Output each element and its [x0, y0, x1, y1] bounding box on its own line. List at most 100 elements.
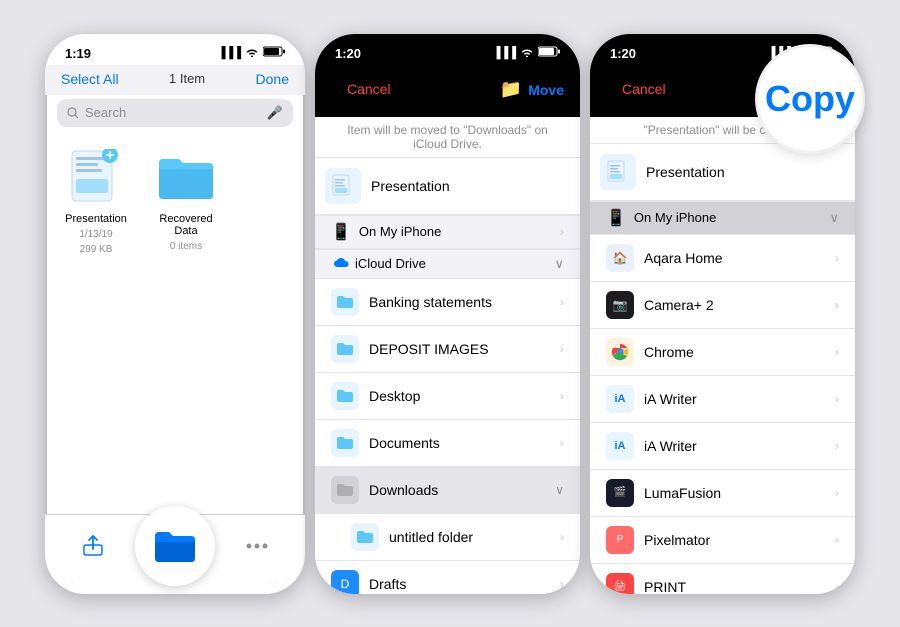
folder-icon-documents-2: [331, 429, 359, 457]
file-preview-icon-3: [600, 154, 636, 190]
on-my-iphone-header-2[interactable]: 📱 On My iPhone ›: [315, 215, 580, 249]
folder-icon-banking-2: [331, 288, 359, 316]
chevron-aqara-3: ›: [835, 251, 839, 265]
file-name-presentation: Presentation: [65, 213, 127, 225]
file-recovered[interactable]: Recovered Data 0 items: [151, 145, 221, 255]
battery-icon-2: [538, 46, 560, 60]
cancel-btn-2[interactable]: Cancel: [331, 73, 407, 107]
file-name-recovered: Recovered Data: [151, 213, 221, 237]
chevron-iawriter2-3: ›: [835, 439, 839, 453]
chevron-iawriter1-3: ›: [835, 392, 839, 406]
status-time-3: 1:20: [610, 46, 636, 61]
list-item-iawriter1-3[interactable]: iA iA Writer ›: [590, 376, 855, 423]
folder-icon-desktop-2: [331, 382, 359, 410]
files-grid: Presentation 1/13/19 299 KB Recovered Da…: [45, 135, 305, 265]
item-count: 1 Item: [169, 71, 205, 86]
chevron-downloads-2: ∨: [555, 483, 564, 497]
battery-icon: [263, 46, 285, 60]
on-my-iphone-header-3[interactable]: 📱 On My iPhone ∨: [590, 201, 855, 235]
modal-subheader-2: Item will be moved to "Downloads" on iCl…: [315, 117, 580, 158]
cancel-btn-3[interactable]: Cancel: [606, 73, 682, 107]
phone-icon-2: 📱: [331, 222, 351, 242]
app-icon-chrome-3: [606, 338, 634, 366]
list-item-desktop-2[interactable]: Desktop ›: [315, 373, 580, 420]
browse-btn[interactable]: [135, 506, 215, 586]
on-my-iphone-label-2: On My iPhone: [359, 224, 441, 239]
search-bar[interactable]: Search 🎤: [57, 99, 293, 127]
chevron-desktop-2: ›: [560, 389, 564, 403]
chevron-print-3: ›: [835, 580, 839, 594]
list-item-documents-2[interactable]: Documents ›: [315, 420, 580, 467]
list-item-drafts-2[interactable]: D Drafts ›: [315, 561, 580, 594]
chevron-down-3: ∨: [829, 210, 839, 226]
list-item-aqara-3[interactable]: 🏠 Aqara Home ›: [590, 235, 855, 282]
chevron-down-2: ∨: [554, 256, 564, 272]
file-preview-icon-2: [325, 168, 361, 204]
list-item-banking-2[interactable]: Banking statements ›: [315, 279, 580, 326]
chevron-pixelmator-3: ›: [835, 533, 839, 547]
phone-2: 1:20 ▐▐▐ Cancel 📁 Move: [315, 34, 580, 594]
app-icon-pixelmator-3: P: [606, 526, 634, 554]
list-item-untitled-2[interactable]: untitled folder ›: [315, 514, 580, 561]
file-preview-2: Presentation: [315, 158, 580, 215]
icloud-icon-2: [331, 257, 349, 271]
chevron-luma-3: ›: [835, 486, 839, 500]
file-preview-name-2: Presentation: [371, 178, 450, 194]
wifi-icon: [245, 47, 259, 60]
icloud-header-2[interactable]: iCloud Drive ∨: [315, 249, 580, 279]
iawriter2-label-3: iA Writer: [644, 438, 825, 454]
documents-label-2: Documents: [369, 435, 550, 451]
downloads-label-2: Downloads: [369, 482, 545, 498]
file-date-presentation: 1/13/19: [79, 229, 112, 240]
files-nav: Select All 1 Item Done: [45, 65, 305, 95]
luma-label-3: LumaFusion: [644, 485, 825, 501]
on-my-iphone-label-3: On My iPhone: [634, 210, 716, 225]
copy-badge: Copy: [755, 44, 865, 154]
app-icon-iawriter1-3: iA: [606, 385, 634, 413]
chevron-banking-2: ›: [560, 295, 564, 309]
file-preview-name-3: Presentation: [646, 164, 725, 180]
folder-icon-untitled-2: [351, 523, 379, 551]
list-item-iawriter2-3[interactable]: iA iA Writer ›: [590, 423, 855, 470]
file-list-3: 📱 On My iPhone ∨ 🏠 Aqara Home › 📷: [590, 201, 855, 594]
file-presentation[interactable]: Presentation 1/13/19 299 KB: [61, 145, 131, 255]
list-item-chrome-3[interactable]: Chrome ›: [590, 329, 855, 376]
app-icon-aqara-3: 🏠: [606, 244, 634, 272]
pixelmator-label-3: Pixelmator: [644, 532, 825, 548]
chevron-deposit-2: ›: [560, 342, 564, 356]
modal-header-2: Cancel 📁 Move: [315, 65, 580, 117]
chrome-label-3: Chrome: [644, 344, 825, 360]
select-all-btn[interactable]: Select All: [61, 71, 119, 87]
file-size-recovered: 0 items: [170, 241, 202, 252]
untitled-label-2: untitled folder: [389, 529, 550, 545]
status-time-1: 1:19: [65, 46, 91, 61]
signal-icon: ▐▐▐: [218, 47, 241, 59]
share-btn[interactable]: [71, 524, 115, 568]
list-item-deposit-2[interactable]: DEPOSIT IMAGES ›: [315, 326, 580, 373]
more-btn[interactable]: [235, 524, 279, 568]
list-item-pixelmator-3[interactable]: P Pixelmator ›: [590, 517, 855, 564]
banking-label-2: Banking statements: [369, 294, 550, 310]
chevron-drafts-2: ›: [560, 577, 564, 591]
move-btn-2[interactable]: Move: [528, 82, 564, 98]
list-item-camera-3[interactable]: 📷 Camera+ 2 ›: [590, 282, 855, 329]
list-item-print-3[interactable]: 🖨 PRINT ›: [590, 564, 855, 594]
chevron-documents-2: ›: [560, 436, 564, 450]
phone-1: 1:19 ▐▐▐ Select All 1 Item Done: [45, 34, 305, 594]
search-icon: [67, 107, 79, 119]
status-bar-1: 1:19 ▐▐▐: [45, 34, 305, 65]
done-btn[interactable]: Done: [256, 71, 289, 87]
iawriter1-label-3: iA Writer: [644, 391, 825, 407]
app-icon-drafts-2: D: [331, 570, 359, 594]
list-item-luma-3[interactable]: 🎬 LumaFusion ›: [590, 470, 855, 517]
copy-text: Copy: [765, 78, 855, 120]
move-icon-2: 📁: [500, 79, 522, 100]
search-placeholder: Search: [85, 105, 126, 120]
mic-icon: 🎤: [267, 105, 283, 121]
presentation-file-icon: [70, 149, 122, 205]
phone-icon-3: 📱: [606, 208, 626, 228]
drafts-label-2: Drafts: [369, 576, 550, 592]
list-item-downloads-2[interactable]: Downloads ∨: [315, 467, 580, 514]
deposit-label-2: DEPOSIT IMAGES: [369, 341, 550, 357]
wifi-icon-2: [520, 47, 534, 60]
